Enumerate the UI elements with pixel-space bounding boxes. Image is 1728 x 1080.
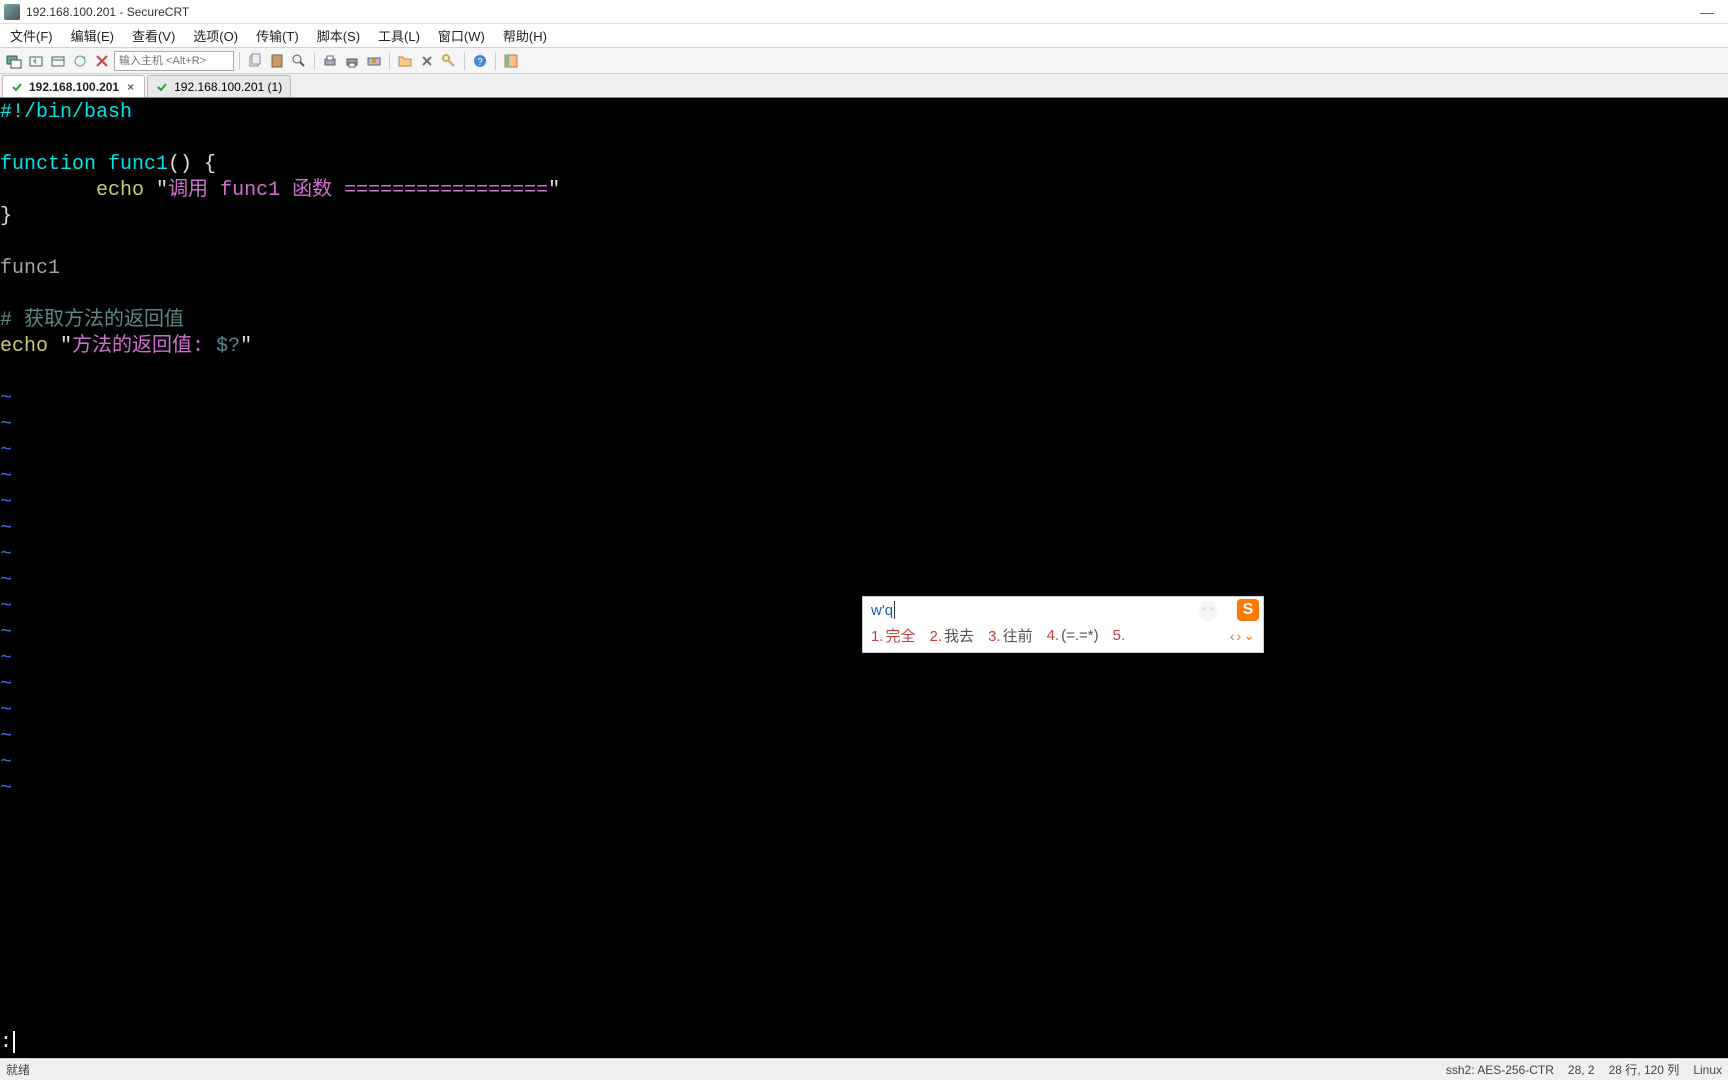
vim-tilde: ~ (0, 386, 1728, 412)
text-cursor (13, 1031, 15, 1053)
ime-mascot-icon (1193, 597, 1223, 627)
toolbar-separator (314, 52, 315, 70)
ime-sogou-logo-icon[interactable]: S (1237, 599, 1259, 621)
vim-tilde: ~ (0, 724, 1728, 750)
print-setup-icon[interactable] (320, 51, 340, 71)
vim-tilde: ~ (0, 438, 1728, 464)
status-ssh: ssh2: AES-256-CTR (1446, 1063, 1554, 1077)
vim-tilde: ~ (0, 490, 1728, 516)
key-icon[interactable] (439, 51, 459, 71)
vim-tilde: ~ (0, 542, 1728, 568)
code-line: } (0, 204, 1728, 230)
check-icon (11, 81, 23, 93)
window-title: 192.168.100.201 - SecureCRT (26, 5, 189, 19)
titlebar: 192.168.100.201 - SecureCRT — (0, 0, 1728, 24)
ime-cursor (894, 601, 895, 619)
toggle-icon[interactable] (501, 51, 521, 71)
session-manager-icon[interactable] (48, 51, 68, 71)
menu-window[interactable]: 窗口(W) (430, 24, 493, 47)
window-controls: — (1700, 4, 1724, 20)
ime-nav: ‹ › ⌄ (1230, 627, 1255, 644)
vim-tilde: ~ (0, 776, 1728, 802)
ime-candidate-2[interactable]: 2.我去 (930, 625, 975, 646)
vim-tilde: ~ (0, 568, 1728, 594)
tab-label: 192.168.100.201 (1) (174, 80, 282, 94)
toolbar-separator (464, 52, 465, 70)
code-line: func1 (0, 256, 1728, 282)
ime-popup: w'q S 1.完全 2.我去 3.往前 4.(=.=*) 5. ‹ › ⌄ (862, 596, 1264, 653)
check-icon (156, 81, 168, 93)
copy-icon[interactable] (245, 51, 265, 71)
code-line: function func1() { (0, 152, 1728, 178)
toolbar-separator (389, 52, 390, 70)
ime-expand-icon[interactable]: ⌄ (1243, 627, 1255, 644)
menu-help[interactable]: 帮助(H) (495, 24, 555, 47)
menu-edit[interactable]: 编辑(E) (63, 24, 122, 47)
menu-script[interactable]: 脚本(S) (309, 24, 368, 47)
host-input[interactable] (114, 51, 234, 71)
toolbar-separator (239, 52, 240, 70)
code-shebang: #!/bin/bash (0, 101, 132, 124)
ime-input-row: w'q S (863, 597, 1263, 621)
code-comment: # 获取方法的返回值 (0, 308, 1728, 334)
menu-view[interactable]: 查看(V) (124, 24, 183, 47)
app-icon (4, 4, 20, 20)
find-icon[interactable] (289, 51, 309, 71)
folder-icon[interactable] (395, 51, 415, 71)
terminal[interactable]: #!/bin/bash function func1() { echo "调用 … (0, 98, 1728, 1058)
toolbar-separator (495, 52, 496, 70)
close-icon[interactable]: × (125, 80, 136, 94)
status-ready: 就绪 (6, 1061, 30, 1078)
svg-text:?: ? (477, 57, 483, 68)
tabbar: 192.168.100.201 × 192.168.100.201 (1) (0, 74, 1728, 98)
vim-tilde: ~ (0, 698, 1728, 724)
disconnect-icon[interactable] (92, 51, 112, 71)
vim-tilde: ~ (0, 750, 1728, 776)
tab-session-2[interactable]: 192.168.100.201 (1) (147, 75, 291, 97)
vim-command-line[interactable]: : (0, 1030, 15, 1056)
paste-icon[interactable] (267, 51, 287, 71)
menu-options[interactable]: 选项(O) (185, 24, 246, 47)
ime-candidate-5[interactable]: 5. (1113, 627, 1128, 644)
print-screen-icon[interactable] (364, 51, 384, 71)
minimize-button[interactable]: — (1700, 4, 1714, 20)
ime-prev-icon[interactable]: ‹ (1230, 628, 1235, 644)
print-icon[interactable] (342, 51, 362, 71)
vim-tilde: ~ (0, 464, 1728, 490)
tab-label: 192.168.100.201 (29, 80, 119, 94)
code-line: echo "调用 func1 函数 =================" (0, 178, 1728, 204)
status-dimensions: 28 行, 120 列 (1609, 1061, 1680, 1078)
ime-typed-text: w'q (871, 602, 893, 619)
toolbar: ? (0, 48, 1728, 74)
menubar: 文件(F) 编辑(E) 查看(V) 选项(O) 传输(T) 脚本(S) 工具(L… (0, 24, 1728, 48)
options-icon[interactable] (417, 51, 437, 71)
menu-file[interactable]: 文件(F) (2, 24, 61, 47)
ime-candidate-3[interactable]: 3.往前 (988, 625, 1033, 646)
statusbar: 就绪 ssh2: AES-256-CTR 28, 2 28 行, 120 列 L… (0, 1058, 1728, 1080)
vim-tilde: ~ (0, 412, 1728, 438)
ime-candidate-1[interactable]: 1.完全 (871, 625, 916, 646)
vim-tilde: ~ (0, 672, 1728, 698)
status-cursor-pos: 28, 2 (1568, 1063, 1595, 1077)
menu-transfer[interactable]: 传输(T) (248, 24, 307, 47)
menu-tools[interactable]: 工具(L) (370, 24, 428, 47)
status-os: Linux (1693, 1063, 1722, 1077)
ime-candidate-4[interactable]: 4.(=.=*) (1047, 627, 1099, 644)
tab-session-1[interactable]: 192.168.100.201 × (2, 75, 145, 97)
reconnect-icon[interactable] (70, 51, 90, 71)
code-line: echo "方法的返回值: $?" (0, 334, 1728, 360)
ime-next-icon[interactable]: › (1237, 628, 1242, 644)
vim-tilde: ~ (0, 516, 1728, 542)
quick-connect-icon[interactable] (26, 51, 46, 71)
connect-icon[interactable] (4, 51, 24, 71)
help-icon[interactable]: ? (470, 51, 490, 71)
